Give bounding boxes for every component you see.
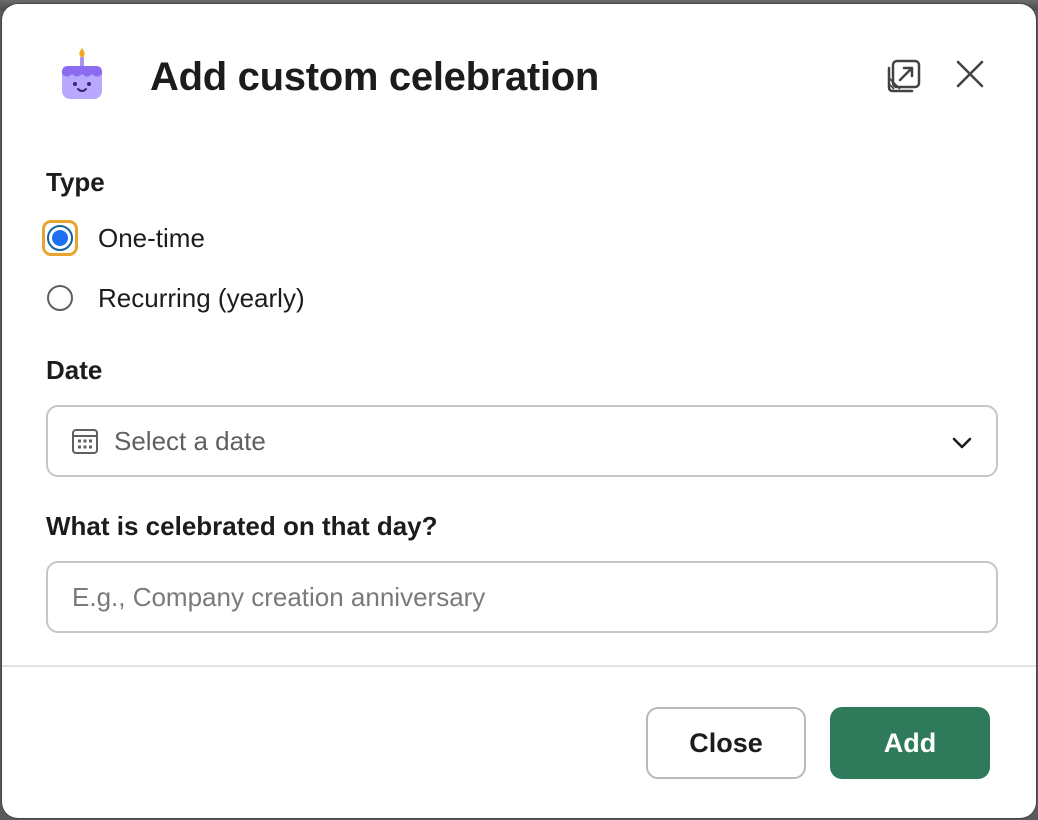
date-picker[interactable]: Select a date <box>46 405 998 477</box>
date-placeholder: Select a date <box>114 425 266 456</box>
celebration-input[interactable] <box>48 563 996 631</box>
close-button[interactable]: Close <box>646 707 806 779</box>
radio-option-recurring[interactable]: Recurring (yearly) <box>42 280 305 316</box>
radio-label-recurring: Recurring (yearly) <box>98 283 305 313</box>
footer-divider <box>2 665 1036 667</box>
calendar-icon <box>72 429 98 454</box>
type-label: Type <box>46 167 105 197</box>
radio-one-time[interactable] <box>47 225 73 251</box>
radio-recurring[interactable] <box>47 285 73 311</box>
chevron-down-icon <box>952 437 972 449</box>
dialog-header: Add custom celebration <box>2 4 1036 134</box>
dialog-title: Add custom celebration <box>150 55 600 99</box>
add-custom-celebration-dialog: Add custom celebration Type One-time Rec… <box>2 4 1036 818</box>
focus-ring <box>42 220 78 256</box>
radio-wrapper <box>42 280 78 316</box>
radio-label-one-time: One-time <box>98 223 205 253</box>
radio-option-one-time[interactable]: One-time <box>42 220 205 256</box>
close-dialog-button[interactable] <box>948 52 992 96</box>
birthday-cake-icon <box>62 48 102 99</box>
date-label: Date <box>46 355 103 385</box>
popout-button[interactable] <box>882 54 926 98</box>
popout-window-icon <box>887 59 921 93</box>
close-icon <box>956 60 984 88</box>
celebration-field[interactable] <box>46 561 998 633</box>
add-button[interactable]: Add <box>830 707 990 779</box>
celebration-label: What is celebrated on that day? <box>46 511 438 541</box>
